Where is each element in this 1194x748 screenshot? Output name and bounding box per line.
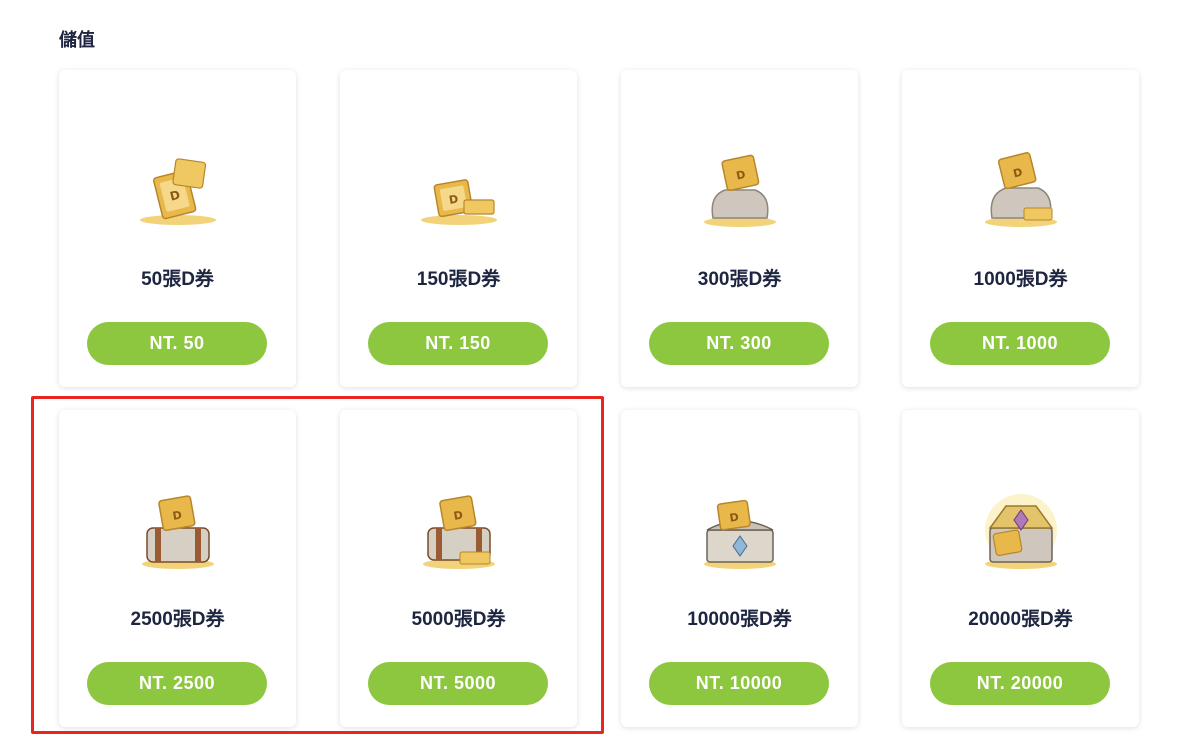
product-label: 2500張D券: [130, 609, 225, 630]
treasure-chest-icon: [984, 494, 1057, 569]
buy-button[interactable]: NT. 50: [87, 322, 267, 365]
svg-text:D: D: [728, 511, 739, 525]
product-card[interactable]: D 10000張D券 NT. 10000: [621, 410, 858, 727]
product-label: 300張D券: [697, 269, 782, 290]
product-card[interactable]: D 150張D券 NT. 150: [340, 70, 577, 387]
product-label: 50張D券: [141, 269, 214, 290]
product-card[interactable]: D 300張D券 NT. 300: [621, 70, 858, 387]
product-grid: D 50張D券 NT. 50 D 150張D券 NT. 150 D 300張D券…: [59, 70, 1139, 727]
ticket-bag-icon: D: [703, 154, 776, 227]
ticket-bundle-icon: D: [420, 179, 497, 225]
product-label: 10000張D券: [687, 609, 792, 630]
product-label: 5000張D券: [411, 609, 506, 630]
buy-button[interactable]: NT. 300: [649, 322, 829, 365]
page-title: 儲值: [59, 30, 95, 50]
ticket-bag-icon: D: [984, 152, 1057, 227]
product-card[interactable]: D 50張D券 NT. 50: [59, 70, 296, 387]
ticket-satchel-icon: D: [422, 495, 495, 569]
product-card[interactable]: 20000張D券 NT. 20000: [902, 410, 1139, 727]
product-label: 1000張D券: [973, 269, 1068, 290]
ticket-satchel-icon: D: [141, 495, 214, 569]
product-label: 150張D券: [416, 269, 501, 290]
buy-button[interactable]: NT. 150: [368, 322, 548, 365]
product-label: 20000張D券: [968, 609, 1073, 630]
buy-button[interactable]: NT. 10000: [649, 662, 829, 705]
buy-button[interactable]: NT. 20000: [930, 662, 1110, 705]
product-card[interactable]: D 1000張D券 NT. 1000: [902, 70, 1139, 387]
buy-button[interactable]: NT. 1000: [930, 322, 1110, 365]
product-card[interactable]: D 2500張D券 NT. 2500: [59, 410, 296, 727]
buy-button[interactable]: NT. 2500: [87, 662, 267, 705]
treasure-chest-icon: D: [703, 499, 776, 569]
ticket-bundle-icon: D: [139, 158, 216, 225]
buy-button[interactable]: NT. 5000: [368, 662, 548, 705]
product-card[interactable]: D 5000張D券 NT. 5000: [340, 410, 577, 727]
